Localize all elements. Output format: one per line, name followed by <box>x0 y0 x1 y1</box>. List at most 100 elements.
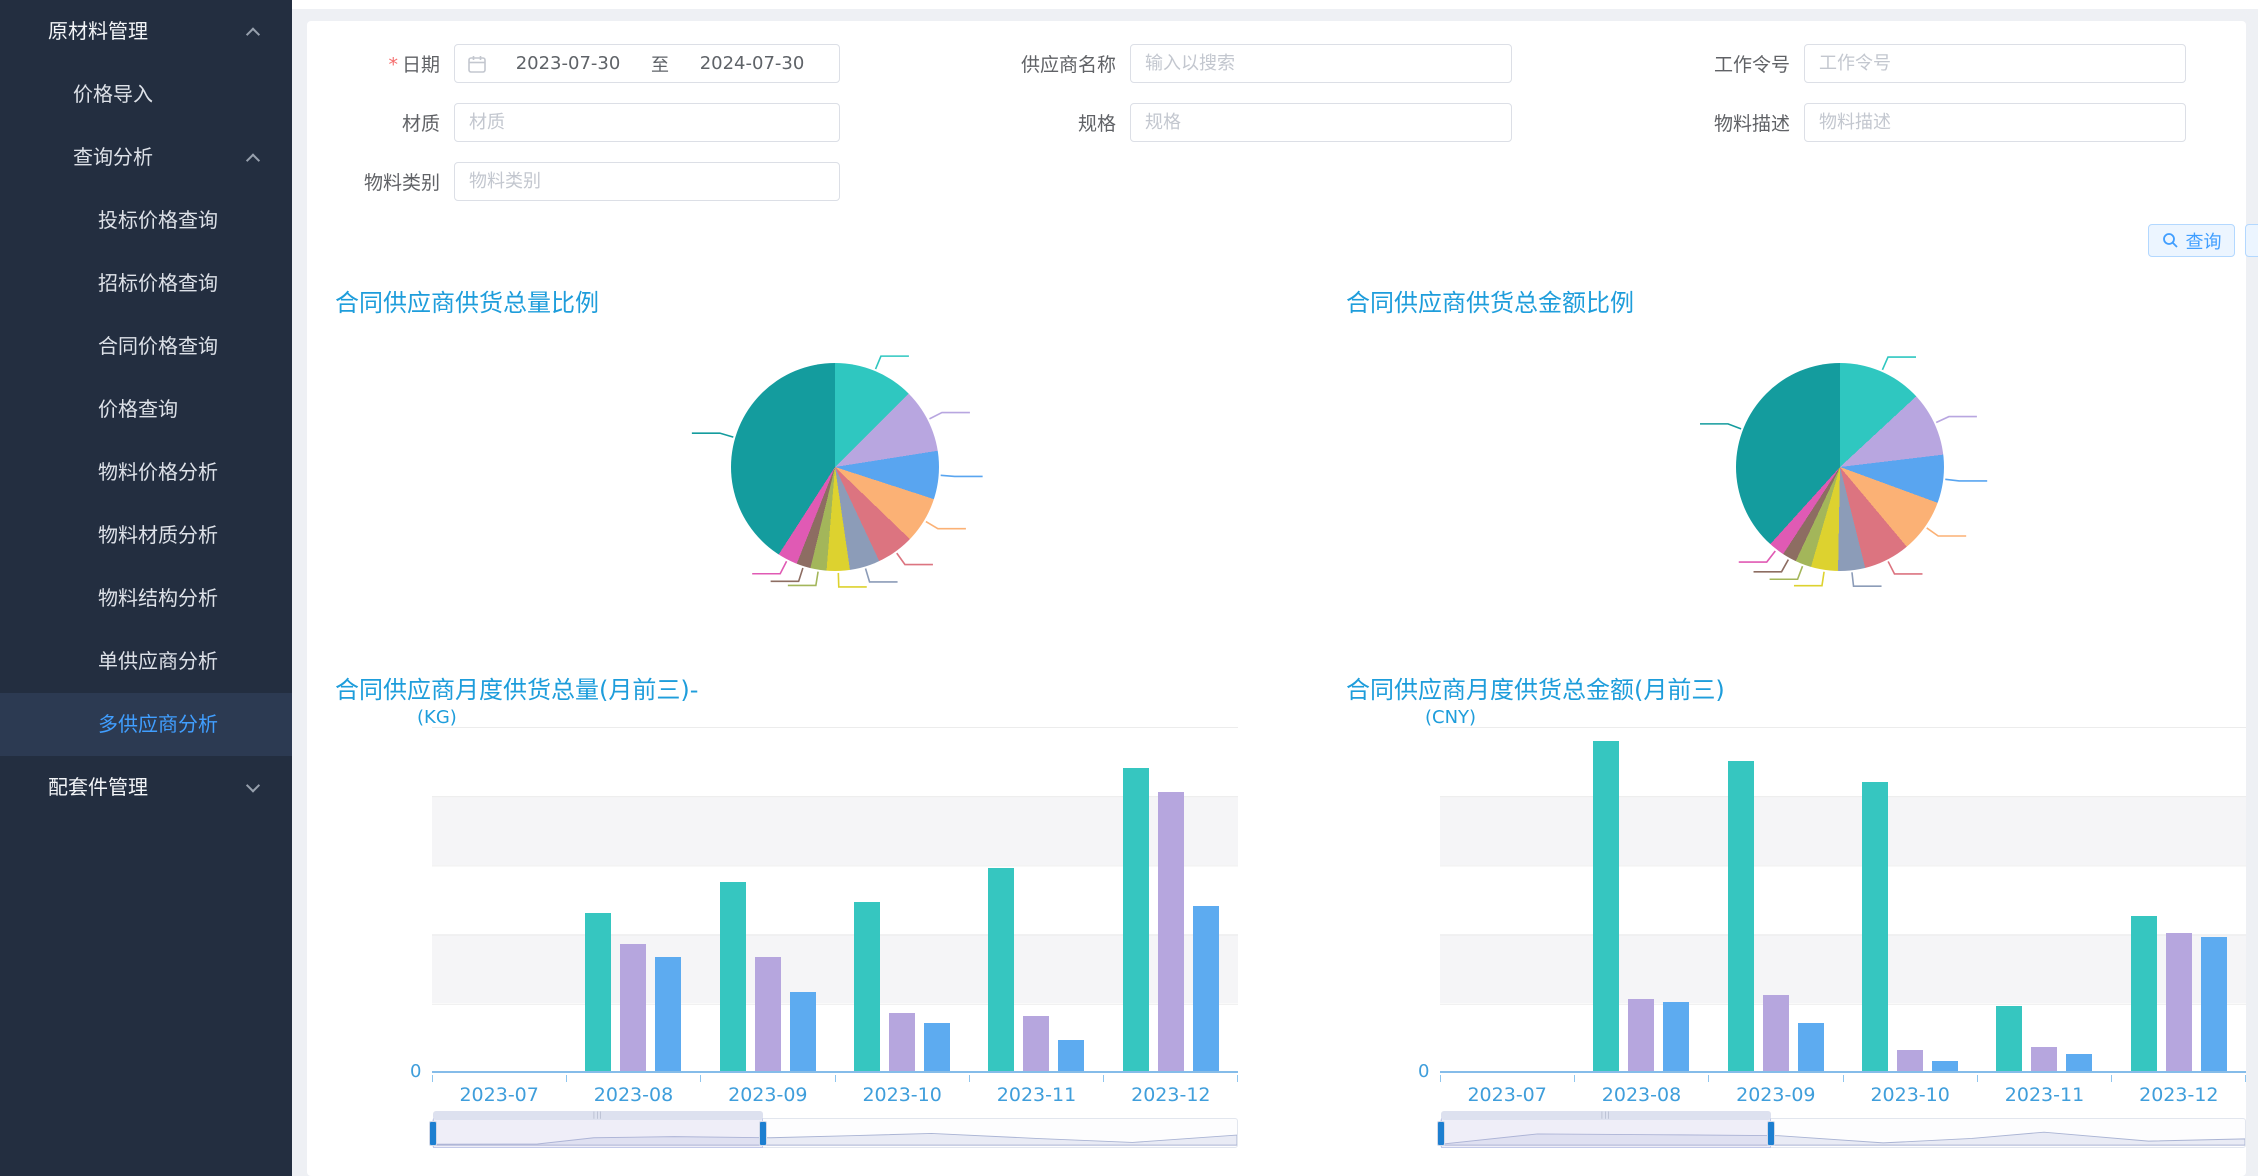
bar2-x-labels: 2023-072023-082023-092023-102023-112023-… <box>1440 1084 2246 1106</box>
chevron-up-icon <box>246 27 260 41</box>
sidebar-item-label: 原材料管理 <box>48 19 148 43</box>
date-label: *日期 <box>307 50 454 77</box>
material-desc-label: 物料描述 <box>1512 109 1804 136</box>
bar <box>655 957 681 1071</box>
sidebar-item[interactable]: 配套件管理 <box>0 756 292 819</box>
sidebar-item[interactable]: 查询分析 <box>0 126 292 189</box>
pie1-title: 合同供应商供货总量比例 <box>335 283 599 318</box>
sidebar-item[interactable]: 物料价格分析 <box>0 441 292 504</box>
bar <box>2201 937 2227 1071</box>
sidebar: 原材料管理价格导入查询分析投标价格查询招标价格查询合同价格查询价格查询物料价格分… <box>0 0 292 1176</box>
bar <box>1158 792 1184 1071</box>
x-axis-label: 2023-07 <box>1440 1084 1574 1106</box>
sidebar-item[interactable]: 原材料管理 <box>0 0 292 63</box>
bar <box>2166 933 2192 1071</box>
bar <box>1193 906 1219 1071</box>
work-order-input[interactable] <box>1804 44 2186 83</box>
sidebar-item[interactable]: 价格查询 <box>0 378 292 441</box>
sidebar-item[interactable]: 招标价格查询 <box>0 252 292 315</box>
date-start-value[interactable]: 2023-07-30 <box>493 53 643 74</box>
bar <box>988 868 1014 1071</box>
bar <box>1628 999 1654 1071</box>
sidebar-menu: 原材料管理价格导入查询分析投标价格查询招标价格查询合同价格查询价格查询物料价格分… <box>0 0 292 819</box>
bar <box>1023 1016 1049 1071</box>
x-axis-label: 2023-07 <box>432 1084 566 1106</box>
bar1-datazoom-window[interactable] <box>433 1118 763 1148</box>
bar-group <box>835 727 969 1071</box>
bar-group <box>432 727 566 1071</box>
top-strip <box>292 0 2258 9</box>
pie-chart-supply-quantity[interactable] <box>731 363 939 571</box>
bar2-datazoom-grip[interactable]: ||| <box>1441 1111 1771 1120</box>
bar-group <box>1709 727 1843 1071</box>
content-card: *日期 2023-07-30 至 2024-07-30 供应商名称 工作令号 材… <box>307 21 2246 1176</box>
bar <box>1932 1061 1958 1071</box>
sidebar-item[interactable]: 物料材质分析 <box>0 504 292 567</box>
bar <box>2066 1054 2092 1071</box>
form-row-1: *日期 2023-07-30 至 2024-07-30 供应商名称 工作令号 <box>307 44 2186 83</box>
pie2-title: 合同供应商供货总金额比例 <box>1346 283 1634 318</box>
sidebar-item-label: 价格导入 <box>73 82 153 106</box>
x-axis-label: 2023-12 <box>2112 1084 2246 1106</box>
supplier-input[interactable] <box>1130 44 1512 83</box>
material-category-input[interactable] <box>454 162 840 201</box>
sidebar-item[interactable]: 单供应商分析 <box>0 630 292 693</box>
sidebar-item-label: 价格查询 <box>98 397 178 421</box>
x-axis-label: 2023-08 <box>566 1084 700 1106</box>
bar1-datazoom-right-handle[interactable] <box>759 1121 767 1146</box>
clipped-edge-button[interactable] <box>2245 224 2258 257</box>
sidebar-item-label: 查询分析 <box>73 145 153 169</box>
bar1-datazoom-left-handle[interactable] <box>429 1121 437 1146</box>
bar2-title: 合同供应商月度供货总金额(月前三) <box>1346 670 1725 705</box>
bar-chart-monthly-amount <box>1440 727 2246 1073</box>
sidebar-item-active[interactable]: 多供应商分析 <box>0 693 292 756</box>
bar2-datazoom-left-handle[interactable] <box>1437 1121 1445 1146</box>
query-button[interactable]: 查询 <box>2148 224 2235 257</box>
bar <box>755 957 781 1071</box>
bar <box>1058 1040 1084 1071</box>
bar <box>2131 916 2157 1071</box>
sidebar-item[interactable]: 物料结构分析 <box>0 567 292 630</box>
bar <box>924 1023 950 1071</box>
bar <box>1996 1006 2022 1071</box>
bar2-y-unit: (CNY) <box>1425 707 1476 728</box>
sidebar-item-label: 配套件管理 <box>48 775 148 799</box>
sidebar-item-label: 物料材质分析 <box>98 523 218 547</box>
bar2-y-zero-label: 0 <box>1418 1061 1429 1082</box>
sidebar-item-label: 多供应商分析 <box>98 712 218 736</box>
sidebar-item-label: 单供应商分析 <box>98 649 218 673</box>
query-button-label: 查询 <box>2186 228 2222 254</box>
bar1-datazoom-slider[interactable]: ||| <box>432 1118 1238 1148</box>
bar2-x-ticks <box>1440 1075 2246 1082</box>
bar2-datazoom-right-handle[interactable] <box>1767 1121 1775 1146</box>
material-label: 材质 <box>307 109 454 136</box>
material-input[interactable] <box>454 103 840 142</box>
date-separator: 至 <box>643 51 677 77</box>
sidebar-item[interactable]: 投标价格查询 <box>0 189 292 252</box>
bar1-datazoom-grip[interactable]: ||| <box>433 1111 763 1120</box>
main-area: *日期 2023-07-30 至 2024-07-30 供应商名称 工作令号 材… <box>292 0 2258 1176</box>
bar <box>1862 782 1888 1071</box>
bar2-datazoom-window[interactable] <box>1441 1118 1771 1148</box>
bar <box>1897 1050 1923 1071</box>
date-end-value[interactable]: 2024-07-30 <box>677 53 827 74</box>
bar-group <box>1977 727 2111 1071</box>
sidebar-item[interactable]: 合同价格查询 <box>0 315 292 378</box>
sidebar-item-label: 招标价格查询 <box>98 271 218 295</box>
bar-group <box>1104 727 1238 1071</box>
form-row-3: 物料类别 <box>307 162 840 201</box>
bar2-datazoom-slider[interactable]: ||| <box>1440 1118 2246 1148</box>
sidebar-item[interactable]: 价格导入 <box>0 63 292 126</box>
bar-group <box>566 727 700 1071</box>
bar-group <box>1574 727 1708 1071</box>
bar <box>2031 1047 2057 1071</box>
bar <box>1728 761 1754 1071</box>
material-desc-input[interactable] <box>1804 103 2186 142</box>
bar1-y-unit: (KG) <box>417 707 457 728</box>
calendar-icon <box>467 54 487 74</box>
date-range-picker[interactable]: 2023-07-30 至 2024-07-30 <box>454 44 840 83</box>
x-axis-label: 2023-11 <box>969 1084 1103 1106</box>
spec-input[interactable] <box>1130 103 1512 142</box>
pie-chart-supply-amount[interactable] <box>1736 363 1944 571</box>
app-window: 原材料管理价格导入查询分析投标价格查询招标价格查询合同价格查询价格查询物料价格分… <box>0 0 2258 1176</box>
